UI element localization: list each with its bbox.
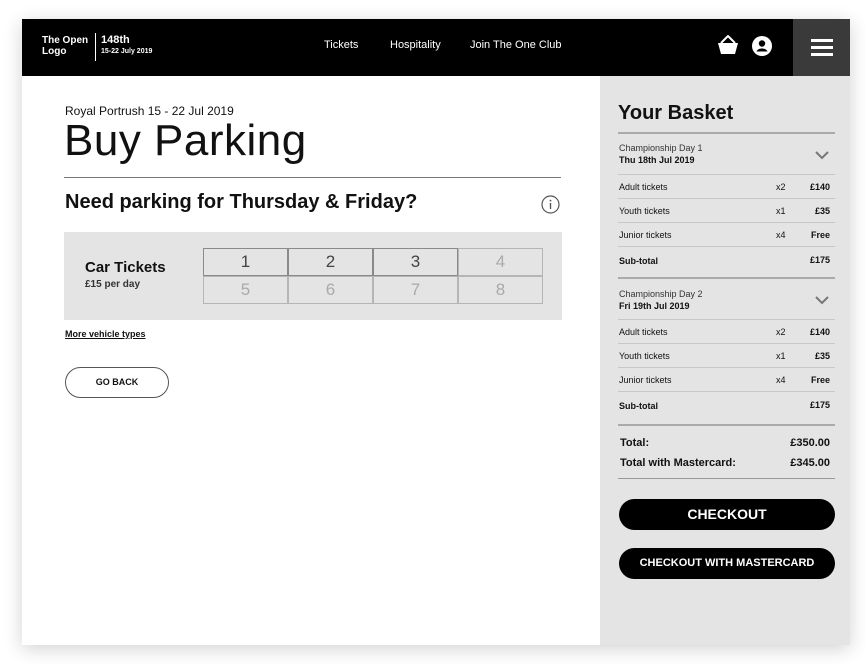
divider	[618, 277, 835, 279]
basket-title: Your Basket	[618, 102, 734, 124]
car-tickets-price: £15 per day	[85, 279, 141, 290]
basket-sidebar: Your Basket Championship Day 1 Thu 18th …	[600, 76, 850, 645]
checkout-mastercard-button[interactable]: CHECKOUT WITH MASTERCARD	[619, 548, 835, 579]
qty-option-5: 5	[203, 276, 288, 304]
chevron-down-icon[interactable]	[814, 295, 830, 305]
day-1-label: Championship Day 1	[619, 143, 703, 153]
qty-option-2[interactable]: 2	[288, 248, 373, 276]
qty-option-4: 4	[458, 248, 543, 276]
account-icon[interactable]	[752, 36, 772, 56]
row-price: £35	[814, 351, 830, 361]
day-2-date: Fri 19th Jul 2019	[619, 301, 690, 311]
row-label: Youth tickets	[619, 206, 670, 216]
day-1-date: Thu 18th Jul 2019	[619, 155, 695, 165]
basket-icon[interactable]	[717, 35, 739, 55]
car-tickets-panel: Car Tickets £15 per day 1 2 3 4 5 6 7 8	[64, 232, 562, 320]
subtotal-label: Sub-total	[619, 401, 658, 411]
logo-divider	[95, 33, 96, 61]
page-title: Buy Parking	[64, 116, 307, 165]
total-value: £350.00	[790, 437, 830, 449]
nav-tickets[interactable]: Tickets	[324, 39, 358, 51]
qty-option-1[interactable]: 1	[203, 248, 288, 276]
row-label: Junior tickets	[619, 230, 672, 240]
edition-dates: 15-22 July 2019	[101, 48, 153, 55]
subtotal-value: £175	[809, 255, 830, 265]
total-mastercard-value: £345.00	[790, 457, 830, 469]
quantity-selector: 1 2 3 4 5 6 7 8	[203, 248, 544, 304]
go-back-button[interactable]: GO BACK	[65, 367, 169, 398]
row-price: Free	[810, 230, 830, 240]
more-vehicle-types-link[interactable]: More vehicle types	[65, 329, 146, 339]
total-mastercard-label: Total with Mastercard:	[620, 457, 736, 469]
chevron-down-icon[interactable]	[814, 150, 830, 160]
car-tickets-title: Car Tickets	[85, 259, 166, 276]
row-label: Youth tickets	[619, 351, 670, 361]
menu-button[interactable]	[793, 19, 850, 76]
qty-option-8: 8	[458, 276, 543, 304]
row-label: Adult tickets	[619, 327, 668, 337]
row-price: Free	[810, 375, 830, 385]
edition-number: 148th	[101, 34, 130, 46]
subtotal-label: Sub-total	[619, 256, 658, 266]
main-content: Royal Portrush 15 - 22 Jul 2019 Buy Park…	[22, 76, 600, 645]
row-qty: x4	[776, 375, 786, 385]
subtotal-value: £175	[809, 400, 830, 410]
divider	[618, 424, 835, 426]
day-2-label: Championship Day 2	[619, 289, 703, 299]
parking-question: Need parking for Thursday & Friday?	[65, 191, 418, 213]
checkout-button[interactable]: CHECKOUT	[619, 499, 835, 530]
top-nav-bar: The Open Logo 148th 15-22 July 2019 Tick…	[22, 19, 850, 76]
qty-option-6: 6	[288, 276, 373, 304]
row-price: £35	[814, 206, 830, 216]
row-label: Adult tickets	[619, 182, 668, 192]
row-qty: x1	[776, 351, 786, 361]
row-price: £140	[809, 182, 830, 192]
page-frame: The Open Logo 148th 15-22 July 2019 Tick…	[22, 19, 850, 645]
row-qty: x2	[776, 182, 786, 192]
info-icon[interactable]	[541, 195, 560, 214]
divider	[64, 177, 561, 178]
nav-hospitality[interactable]: Hospitality	[390, 39, 441, 51]
divider	[618, 132, 835, 134]
total-label: Total:	[620, 437, 650, 449]
qty-option-7: 7	[373, 276, 458, 304]
site-logo[interactable]: The Open Logo	[42, 35, 94, 57]
row-label: Junior tickets	[619, 375, 672, 385]
qty-option-3[interactable]: 3	[373, 248, 458, 276]
row-qty: x1	[776, 206, 786, 216]
hamburger-icon	[811, 39, 833, 42]
row-qty: x2	[776, 327, 786, 337]
row-price: £140	[809, 327, 830, 337]
row-qty: x4	[776, 230, 786, 240]
nav-join-one-club[interactable]: Join The One Club	[470, 39, 562, 51]
edition-badge: 148th 15-22 July 2019	[101, 34, 152, 56]
